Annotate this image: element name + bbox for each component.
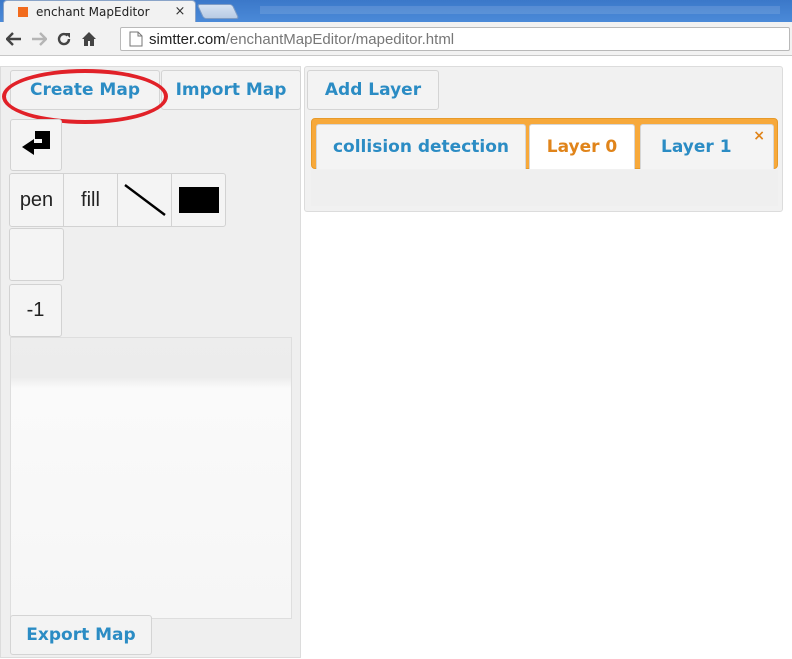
rect-tool-button[interactable] (171, 173, 226, 227)
url-text: simtter.com/enchantMapEditor/mapeditor.h… (149, 31, 454, 48)
close-layer-icon[interactable]: × (753, 128, 765, 144)
favicon-icon (18, 6, 28, 17)
tab-close-icon[interactable]: × (173, 4, 187, 19)
add-layer-button[interactable]: Add Layer (307, 70, 439, 110)
tile-palette[interactable] (10, 337, 292, 619)
right-panel: Add Layer collision detection Layer 0 La… (304, 66, 783, 212)
pen-tool-button[interactable]: pen (9, 173, 64, 227)
browser-tabstrip: enchant MapEditor × (0, 0, 792, 22)
forward-arrow-icon (32, 31, 47, 46)
tile-index-button[interactable]: -1 (9, 284, 62, 337)
home-icon (82, 31, 96, 46)
fill-tool-button[interactable]: fill (63, 173, 118, 227)
tab-title: enchant MapEditor (36, 4, 150, 19)
home-button[interactable] (78, 27, 100, 51)
tab-layer-1-label: Layer 1 (661, 137, 732, 157)
browser-tab[interactable]: enchant MapEditor × (3, 0, 196, 22)
import-map-button[interactable]: Import Map (161, 70, 301, 110)
browser-toolbar: simtter.com/enchantMapEditor/mapeditor.h… (0, 22, 792, 56)
tabstrip-background (260, 6, 780, 14)
tab-collision-detection[interactable]: collision detection (316, 124, 526, 169)
export-map-button[interactable]: Export Map (10, 615, 152, 655)
address-bar[interactable]: simtter.com/enchantMapEditor/mapeditor.h… (120, 27, 790, 51)
rect-tool-icon (178, 187, 219, 213)
reload-button[interactable] (53, 27, 75, 51)
undo-arrow-icon (22, 131, 50, 155)
line-tool-button[interactable] (117, 173, 172, 227)
new-tab-button[interactable] (196, 4, 240, 19)
url-path: /enchantMapEditor/mapeditor.html (225, 30, 455, 48)
layer-panel-body (311, 170, 778, 206)
create-map-button[interactable]: Create Map (10, 70, 160, 110)
undo-button[interactable] (10, 119, 62, 171)
page-icon (129, 31, 143, 47)
line-tool-icon (123, 184, 166, 216)
layer-tabs: collision detection Layer 0 Layer 1 × (311, 118, 778, 169)
tab-layer-0[interactable]: Layer 0 (529, 124, 635, 169)
selected-tile-preview[interactable] (9, 228, 64, 281)
url-host: simtter.com (149, 30, 226, 48)
forward-button[interactable] (28, 27, 50, 51)
back-button[interactable] (3, 27, 25, 51)
back-arrow-icon (6, 31, 21, 46)
reload-icon (57, 32, 71, 45)
tab-layer-1[interactable]: Layer 1 × (640, 124, 774, 169)
map-editor-app: Create Map Import Map pen fill -1 Export… (0, 57, 792, 659)
left-panel: Create Map Import Map pen fill -1 Export… (0, 66, 301, 658)
